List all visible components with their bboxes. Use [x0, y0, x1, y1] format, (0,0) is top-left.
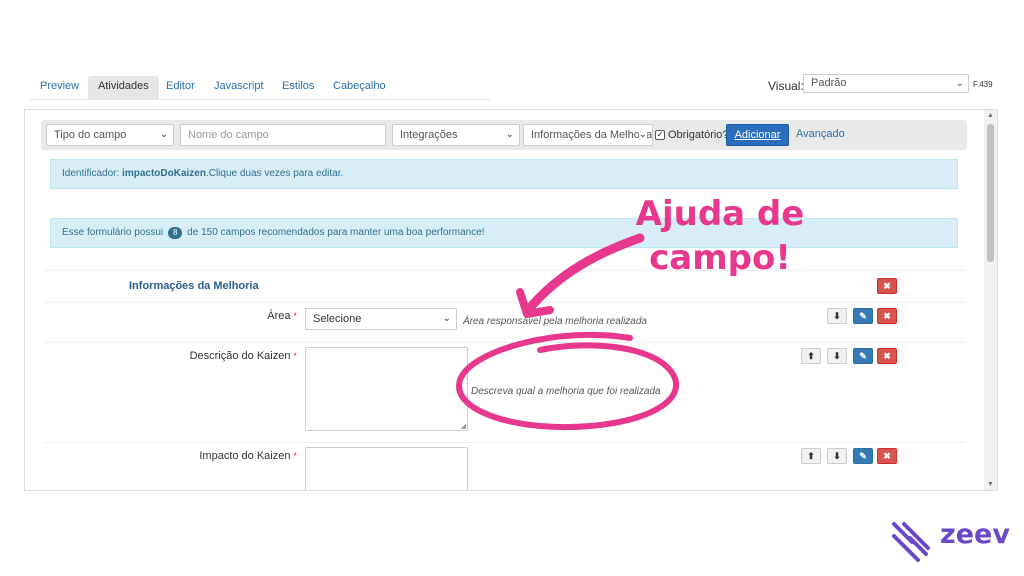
divider	[45, 442, 965, 443]
arrow-up-icon: ⬆	[807, 451, 815, 461]
required-label: Obrigatório?	[668, 129, 729, 141]
scrollbar-thumb[interactable]	[987, 124, 994, 262]
area-help-text: Área responsável pela melhoria realizada	[463, 316, 647, 327]
field-count-badge: 8	[167, 227, 183, 239]
field-toolbar: Tipo do campo ⌄ Nome do campo Integraçõe…	[41, 120, 967, 150]
field-label-impacto: Impacto do Kaizen *	[37, 450, 297, 462]
identifier-hint: .Clique duas vezes para editar.	[205, 168, 344, 179]
performance-suffix: de 150 campos recomendados para manter u…	[187, 227, 485, 238]
visual-select[interactable]: Padrão ⌄	[803, 74, 969, 93]
edit-icon: ✎	[859, 311, 867, 321]
form-code: F.439	[973, 80, 993, 89]
tab-javascript[interactable]: Javascript	[204, 76, 274, 100]
field-label-area: Área *	[37, 310, 297, 322]
required-checkbox[interactable]: ✓	[655, 130, 665, 140]
field-name-placeholder: Nome do campo	[188, 129, 269, 141]
delete-field-button[interactable]: ✖	[877, 348, 897, 364]
arrow-down-icon: ⬇	[833, 351, 841, 361]
integrations-value: Integrações	[400, 129, 458, 141]
field-label-text: Descrição do Kaizen	[189, 350, 291, 362]
move-up-button[interactable]: ⬆	[801, 348, 821, 364]
identifier-info: Identificador: impactoDoKaizen.Clique du…	[50, 159, 958, 189]
performance-prefix: Esse formulário possui	[62, 227, 164, 238]
arrow-down-icon: ⬇	[833, 311, 841, 321]
identifier-value: impactoDoKaizen	[122, 168, 206, 179]
visual-select-value: Padrão	[811, 77, 847, 89]
field-label-text: Área	[267, 310, 291, 322]
move-down-button[interactable]: ⬇	[827, 448, 847, 464]
edit-icon: ✎	[859, 451, 867, 461]
section-select[interactable]: Informações da Melhoria ⌄	[523, 124, 653, 146]
required-marker: *	[293, 351, 297, 361]
add-field-button[interactable]: Adicionar	[726, 124, 789, 146]
move-down-button[interactable]: ⬇	[827, 348, 847, 364]
arrow-down-icon: ⬇	[833, 451, 841, 461]
close-icon: ✖	[883, 281, 891, 291]
tab-bar: Preview Atividades Editor Javascript Est…	[30, 76, 490, 100]
annotation-text: Ajuda de campo!	[580, 192, 860, 280]
close-icon: ✖	[883, 311, 891, 321]
descricao-help-text: Descreva qual a melhoria que foi realiza…	[471, 386, 661, 397]
close-icon: ✖	[883, 451, 891, 461]
edit-icon: ✎	[859, 351, 867, 361]
vertical-scrollbar[interactable]: ▲ ▼	[984, 110, 997, 490]
section-select-value: Informações da Melhoria	[531, 129, 653, 141]
chevron-down-icon: ⌄	[442, 313, 451, 324]
delete-field-button[interactable]: ✖	[877, 308, 897, 324]
field-name-input[interactable]: Nome do campo	[180, 124, 386, 146]
edit-field-button[interactable]: ✎	[853, 348, 873, 364]
resize-handle-icon[interactable]: ◢	[461, 422, 466, 430]
tab-atividades[interactable]: Atividades	[88, 76, 159, 100]
section-title: Informações da Melhoria	[129, 280, 259, 292]
tab-cabecalho[interactable]: Cabeçalho	[323, 76, 396, 100]
impacto-textarea[interactable]	[305, 447, 468, 490]
annotation-line-1: Ajuda de	[635, 194, 805, 234]
field-label-text: Impacto do Kaizen	[199, 450, 291, 462]
edit-field-button[interactable]: ✎	[853, 448, 873, 464]
tab-preview[interactable]: Preview	[30, 76, 89, 100]
chevron-down-icon: ⌄	[159, 125, 168, 145]
area-select[interactable]: Selecione ⌄	[305, 308, 457, 330]
chevron-down-icon: ⌄	[638, 125, 647, 145]
area-select-value: Selecione	[313, 313, 362, 325]
visual-label: Visual:	[768, 79, 804, 93]
advanced-link[interactable]: Avançado	[796, 128, 845, 140]
divider	[45, 342, 965, 343]
move-up-button[interactable]: ⬆	[801, 448, 821, 464]
close-icon: ✖	[883, 351, 891, 361]
chevron-down-icon: ⌄	[505, 125, 514, 145]
field-type-select[interactable]: Tipo do campo ⌄	[46, 124, 174, 146]
field-label-descricao: Descrição do Kaizen *	[37, 350, 297, 362]
divider	[45, 302, 965, 303]
annotation-line-2: campo!	[649, 238, 791, 278]
field-type-value: Tipo do campo	[54, 129, 127, 141]
arrow-up-icon: ⬆	[807, 351, 815, 361]
scroll-down-icon[interactable]: ▼	[987, 481, 994, 488]
required-marker: *	[293, 451, 297, 461]
tab-editor[interactable]: Editor	[156, 76, 205, 100]
identifier-prefix: Identificador:	[62, 168, 120, 179]
move-down-button[interactable]: ⬇	[827, 308, 847, 324]
chevron-down-icon: ⌄	[955, 78, 964, 89]
delete-field-button[interactable]: ✖	[877, 448, 897, 464]
brand-name: zeev	[940, 519, 1010, 550]
required-marker: *	[293, 311, 297, 321]
edit-field-button[interactable]: ✎	[853, 308, 873, 324]
integrations-select[interactable]: Integrações ⌄	[392, 124, 520, 146]
descricao-textarea[interactable]: ◢	[305, 347, 468, 431]
tab-estilos[interactable]: Estilos	[272, 76, 324, 100]
scroll-up-icon[interactable]: ▲	[987, 112, 994, 119]
form-editor-panel: Tipo do campo ⌄ Nome do campo Integraçõe…	[24, 109, 998, 491]
delete-section-button[interactable]: ✖	[877, 278, 897, 294]
